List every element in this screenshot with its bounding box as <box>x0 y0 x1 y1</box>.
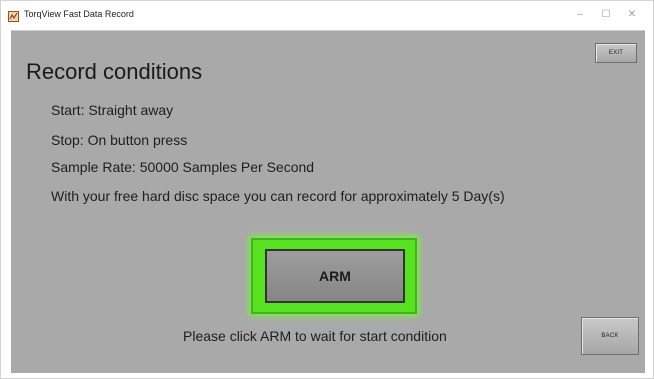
exit-button[interactable]: EXIT <box>595 43 637 63</box>
close-button[interactable]: ✕ <box>621 5 643 23</box>
start-condition: Start: Straight away <box>51 102 174 118</box>
arm-button[interactable]: ARM <box>265 249 405 303</box>
maximize-button[interactable]: ☐ <box>595 5 617 23</box>
disk-space-estimate: With your free hard disc space you can r… <box>51 188 505 204</box>
app-icon <box>8 9 19 22</box>
back-button[interactable]: BACK <box>581 317 639 355</box>
stop-condition: Stop: On button press <box>51 132 188 148</box>
record-panel: Record conditions EXIT Start: Straight a… <box>11 30 645 373</box>
title-bar: TorqView Fast Data Record – ☐ ✕ <box>1 1 653 29</box>
page-title: Record conditions <box>26 59 203 84</box>
status-message: Please click ARM to wait for start condi… <box>183 328 447 344</box>
window-title: TorqView Fast Data Record <box>24 9 134 19</box>
sample-rate: Sample Rate: 50000 Samples Per Second <box>51 159 315 175</box>
app-window: TorqView Fast Data Record – ☐ ✕ Record c… <box>0 0 654 379</box>
minimize-button[interactable]: – <box>569 5 591 23</box>
